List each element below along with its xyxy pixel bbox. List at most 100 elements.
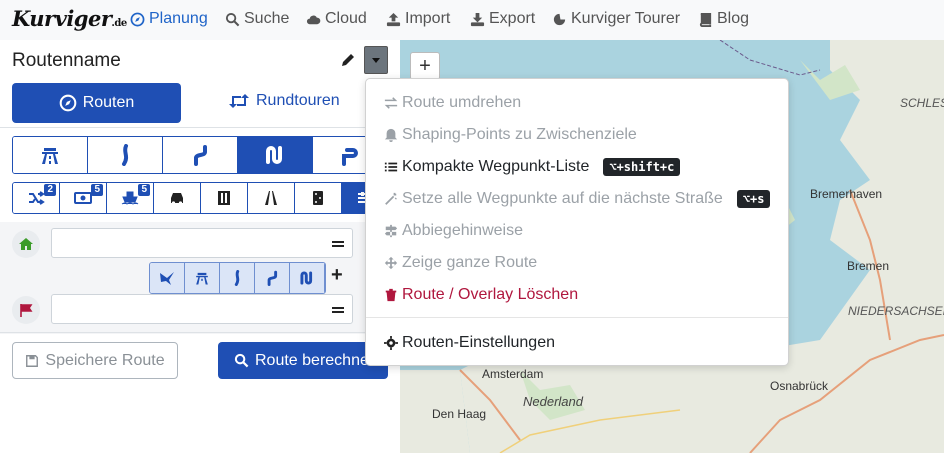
divider (0, 127, 400, 128)
routen-label: Routen (82, 94, 135, 111)
curviness-medium[interactable] (163, 137, 238, 173)
road-curve-icon (267, 270, 278, 286)
money-badge: 5 (91, 184, 103, 196)
menu-item-delete-route[interactable]: Route / Overlay Löschen (366, 281, 788, 309)
shuffle-badge: 2 (44, 184, 56, 196)
option-tunnel[interactable] (201, 183, 248, 213)
option-ferry[interactable]: 5 (107, 183, 154, 213)
film-icon (218, 191, 230, 205)
road-twisty-icon (342, 148, 358, 166)
nav-planung[interactable]: Planung (130, 10, 208, 28)
nav-tourer-label: Kurviger Tourer (571, 10, 681, 27)
rundtouren-button[interactable]: Rundtouren (228, 92, 340, 110)
ferry-icon (121, 191, 139, 205)
magic-icon (385, 192, 397, 205)
menu-item-shaping-points[interactable]: Shaping-Points zu Zwischenziele (366, 121, 788, 149)
nav-kurviger-tourer[interactable]: Kurviger Tourer (552, 10, 680, 28)
cloud-icon (306, 15, 321, 24)
highway-icon (196, 272, 208, 285)
curviness-low[interactable] (88, 137, 163, 173)
route-panel: Routenname Routen Rundtouren 2 5 5 + Spe… (0, 40, 412, 453)
nav-blog[interactable]: Blog (698, 10, 749, 28)
map-label-amsterdam: Amsterdam (482, 367, 544, 381)
nav-blog-label: Blog (717, 10, 750, 27)
curviness-high[interactable] (238, 137, 313, 173)
signpost-icon (384, 224, 398, 238)
drag-handle-icon[interactable] (332, 307, 344, 313)
menu-item-label: Kompakte Wegpunkt-Liste (402, 158, 590, 175)
menu-item-reverse-route[interactable]: Route umdrehen (366, 89, 788, 117)
map-label-osnabrueck: Osnabrück (770, 379, 829, 393)
road-curve-icon (194, 145, 207, 166)
home-icon (19, 238, 33, 250)
kurviger-logo[interactable]: Kurviger.de (12, 6, 127, 31)
nav-cloud-label: Cloud (325, 10, 367, 27)
calculate-route-label: Route berechnen (255, 351, 378, 369)
routen-button[interactable]: Routen (12, 83, 181, 123)
nav-planung-label: Planung (149, 10, 208, 27)
nav-import[interactable]: Import (386, 10, 450, 28)
pencil-icon[interactable] (340, 52, 356, 68)
cog-icon (384, 336, 398, 350)
segment-high[interactable] (290, 263, 325, 293)
menu-item-turn-instructions[interactable]: Abbiegehinweise (366, 217, 788, 245)
add-waypoint-button[interactable]: + (331, 264, 343, 287)
avoidance-options: 2 5 5 (12, 182, 412, 214)
option-shuffle[interactable]: 2 (13, 183, 60, 213)
save-route-button[interactable]: Speichere Route (12, 342, 178, 379)
nav-export[interactable]: Export (470, 10, 535, 28)
option-dice[interactable] (295, 183, 342, 213)
menu-item-snap-waypoints[interactable]: Setze alle Wegpunkte auf die nächste Str… (366, 185, 788, 213)
curviness-selector (12, 136, 412, 174)
swallow-icon (160, 272, 174, 285)
route-options-dropdown-toggle[interactable] (364, 46, 388, 74)
map-label-schleswig: SCHLESW (900, 96, 944, 110)
segment-low[interactable] (220, 263, 255, 293)
shortcut-badge: ⌥+shift+c (603, 158, 681, 176)
menu-divider (366, 317, 788, 318)
retweet-icon (229, 94, 249, 108)
option-car[interactable] (154, 183, 201, 213)
shortcut-badge: ⌥+s (736, 190, 771, 208)
start-waypoint-input[interactable] (51, 228, 353, 258)
segment-direct[interactable] (150, 263, 185, 293)
zoom-in-button[interactable]: + (410, 52, 440, 80)
menu-item-show-whole-route[interactable]: Zeige ganze Route (366, 249, 788, 277)
map-label-niedersachsen: NIEDERSACHSEN (848, 304, 944, 318)
save-icon (26, 354, 39, 367)
segment-fastest[interactable] (185, 263, 220, 293)
book-icon (699, 12, 712, 27)
swap-icon (384, 97, 398, 109)
highway-icon (42, 148, 58, 164)
map-label-den-haag: Den Haag (432, 407, 487, 421)
menu-item-label: Abbiegehinweise (402, 222, 523, 239)
arrows-icon (384, 256, 398, 270)
map-label-bremerhaven: Bremerhaven (810, 187, 883, 201)
drag-handle-icon[interactable] (332, 241, 344, 247)
end-waypoint-marker (12, 296, 40, 324)
ferry-badge: 5 (138, 184, 150, 196)
menu-item-compact-waypoints[interactable]: Kompakte Wegpunkt-Liste ⌥+shift+c (366, 153, 788, 181)
nav-suche-label: Suche (244, 10, 290, 27)
segment-medium[interactable] (255, 263, 290, 293)
menu-item-route-settings[interactable]: Routen-Einstellungen (366, 329, 788, 357)
divider (0, 332, 400, 333)
curviness-fastest[interactable] (13, 137, 88, 173)
option-unpaved[interactable] (248, 183, 295, 213)
nav-suche[interactable]: Suche (225, 10, 289, 28)
road-slight-icon (234, 270, 240, 286)
road-icon (265, 191, 277, 205)
menu-item-label: Route umdrehen (402, 94, 522, 111)
nav-cloud[interactable]: Cloud (306, 10, 367, 28)
start-waypoint-marker (12, 230, 40, 258)
menu-item-label: Route / Overlay Löschen (402, 286, 579, 303)
upload-icon (386, 12, 401, 26)
calculate-route-button[interactable]: Route berechnen (218, 342, 388, 379)
money-icon (74, 192, 92, 204)
end-waypoint-input[interactable] (51, 294, 353, 324)
search-icon (234, 353, 249, 368)
option-toll[interactable]: 5 (60, 183, 107, 213)
route-name[interactable]: Routenname (12, 50, 121, 72)
menu-item-label: Zeige ganze Route (402, 254, 538, 271)
compass-icon (130, 12, 145, 26)
